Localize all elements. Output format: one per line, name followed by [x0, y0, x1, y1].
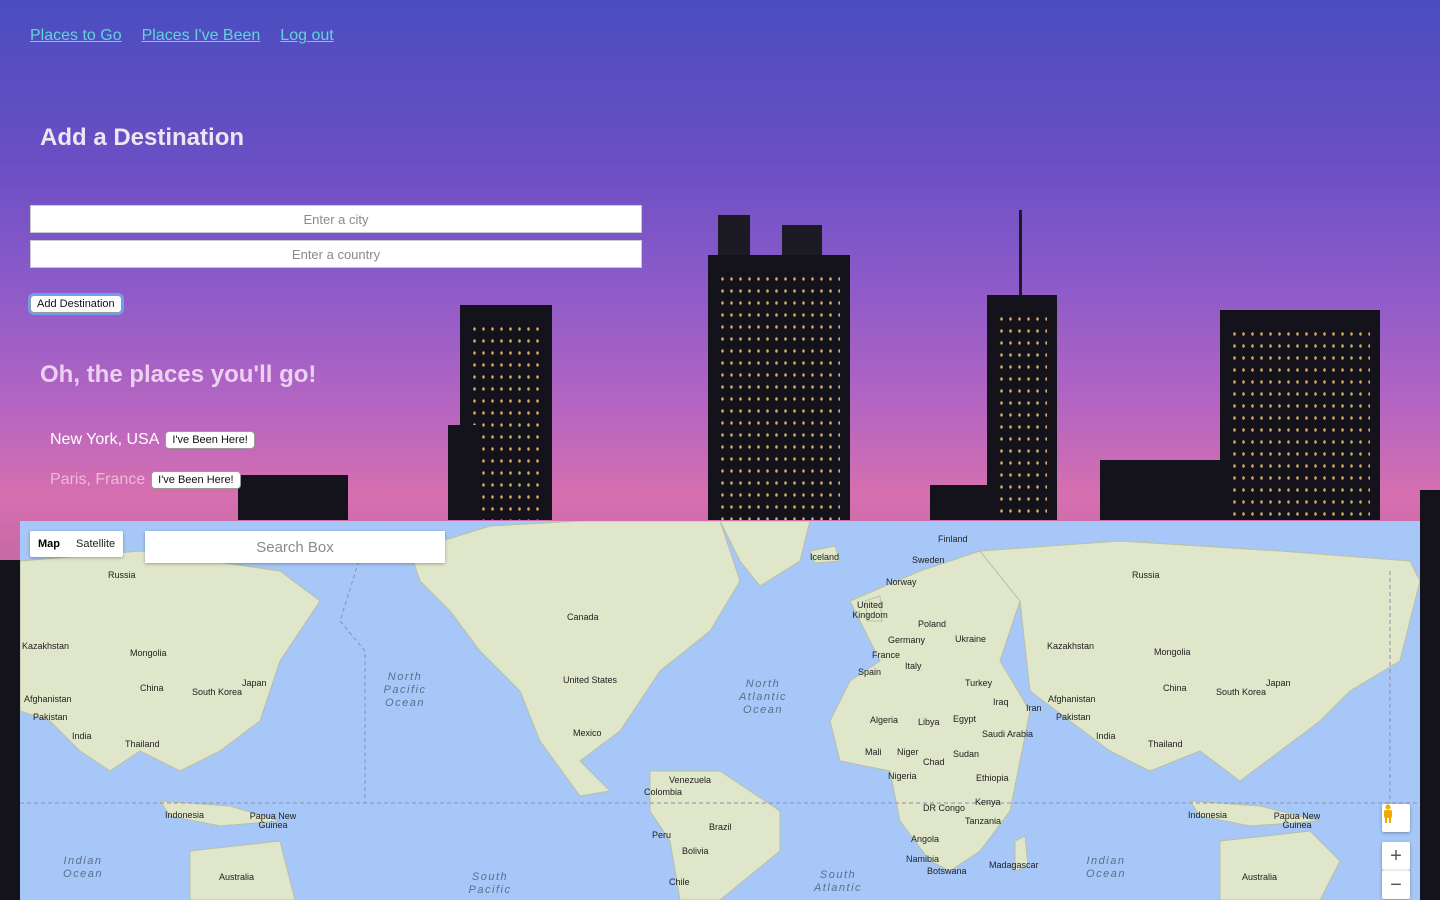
nav-link-places-to-go[interactable]: Places to Go [30, 27, 122, 45]
map-label: Japan [242, 678, 267, 688]
map-label: Venezuela [669, 775, 712, 785]
map-label: South Korea [192, 687, 243, 697]
map-label: Thailand [125, 739, 160, 749]
map-label: Kazakhstan [1047, 641, 1095, 651]
pegman-icon[interactable] [1382, 804, 1410, 832]
been-here-button[interactable]: I've Been Here! [165, 431, 255, 449]
nav-link-logout[interactable]: Log out [280, 27, 333, 45]
ocean-label: North Atlantic Ocean [738, 678, 788, 716]
ocean-label: North Pacific Ocean [383, 671, 427, 709]
ocean-label: South Atlantic [813, 869, 863, 894]
map-search-input[interactable] [145, 531, 445, 563]
map-label: Papua New Guinea [249, 811, 297, 830]
map-label: Thailand [1148, 739, 1183, 749]
map-label: Brazil [709, 822, 732, 832]
been-here-button[interactable]: I've Been Here! [151, 471, 241, 489]
map-label: Germany [888, 635, 926, 645]
map-label: Turkey [965, 678, 993, 688]
map-label: Ethiopia [976, 773, 1009, 783]
ocean-label: Indian Ocean [1086, 855, 1126, 880]
destination-item: Paris, France I've Been Here! [50, 471, 241, 489]
map-label: Ukraine [955, 634, 987, 644]
map-label: China [1163, 683, 1187, 693]
map-label: Indonesia [165, 810, 205, 820]
map-label: Poland [918, 619, 947, 629]
map-label: Papua New Guinea [1273, 811, 1321, 830]
map-label: Mexico [573, 728, 602, 738]
map-type-control: Map Satellite [30, 531, 124, 557]
map-label: Sweden [912, 555, 945, 565]
map-label: Angola [911, 834, 940, 844]
map-label: Namibia [906, 854, 940, 864]
places-heading: Oh, the places you'll go! [40, 361, 317, 388]
map-label: Libya [918, 717, 940, 727]
map-label: Japan [1266, 678, 1291, 688]
map-label: Russia [1132, 570, 1160, 580]
map-land [20, 521, 1420, 900]
map-label: Colombia [644, 787, 683, 797]
map-label: United States [563, 675, 618, 685]
map-label: Mongolia [1154, 647, 1191, 657]
map-label: Australia [219, 872, 255, 882]
map-label: Canada [567, 612, 599, 622]
map-label: Norway [886, 577, 917, 587]
map-label: Niger [897, 747, 919, 757]
ocean-label: Indian Ocean [63, 855, 103, 880]
map-label: Italy [905, 661, 922, 671]
ocean-label: South Pacific [468, 871, 512, 896]
map-label: Pakistan [33, 712, 68, 722]
map-label: South Korea [1216, 687, 1267, 697]
map-label: Kenya [975, 797, 1001, 807]
map-label: United Kingdom [852, 600, 888, 620]
map-label: Australia [1242, 872, 1278, 882]
map-label: Tanzania [965, 816, 1002, 826]
map-type-satellite[interactable]: Satellite [68, 531, 123, 557]
map-label: India [72, 731, 92, 741]
map-label: Iceland [810, 552, 840, 562]
destination-name: Paris, France [50, 471, 146, 488]
map-type-map[interactable]: Map [30, 531, 68, 557]
add-destination-heading: Add a Destination [40, 124, 245, 151]
map-label: Mali [865, 747, 882, 757]
map-label: Chile [669, 877, 690, 887]
map-label: Sudan [953, 749, 980, 759]
map-label: Afghanistan [1048, 694, 1096, 704]
map-label: Indonesia [1188, 810, 1228, 820]
map-label: Pakistan [1056, 712, 1091, 722]
map-label: DR Congo [923, 803, 966, 813]
destination-name: New York, USA [50, 431, 160, 448]
map-label: Spain [858, 667, 882, 677]
top-nav: Places to Go Places I've Been Log out [30, 27, 334, 45]
map-label: Iraq [993, 697, 1009, 707]
add-destination-button[interactable]: Add Destination [30, 295, 122, 313]
map-label: Iran [1026, 703, 1042, 713]
map-label: Egypt [953, 714, 977, 724]
map-label: Saudi Arabia [982, 729, 1034, 739]
map-label: Kazakhstan [22, 641, 70, 651]
map-label: Algeria [870, 715, 899, 725]
map-label: India [1096, 731, 1116, 741]
map-label: Bolivia [682, 846, 709, 856]
map-label: Finland [938, 534, 968, 544]
zoom-out-button[interactable]: − [1382, 870, 1410, 899]
map-label: China [140, 683, 164, 693]
map-label: Chad [923, 757, 945, 767]
map-label: Madagascar [989, 860, 1039, 870]
map-label: France [872, 650, 901, 660]
map-label: Russia [108, 570, 136, 580]
zoom-in-button[interactable]: + [1382, 842, 1410, 870]
map-label: Mongolia [130, 648, 167, 658]
map-label: Peru [652, 830, 672, 840]
world-map[interactable]: Map Satellite + − Iceland Finland Sweden… [20, 521, 1420, 900]
map-label: Nigeria [888, 771, 917, 781]
map-label: Afghanistan [24, 694, 72, 704]
map-label: Botswana [927, 866, 967, 876]
nav-link-places-been[interactable]: Places I've Been [142, 27, 261, 45]
country-input[interactable] [30, 240, 642, 268]
city-input[interactable] [30, 205, 642, 233]
destination-item: New York, USA I've Been Here! [50, 431, 255, 449]
